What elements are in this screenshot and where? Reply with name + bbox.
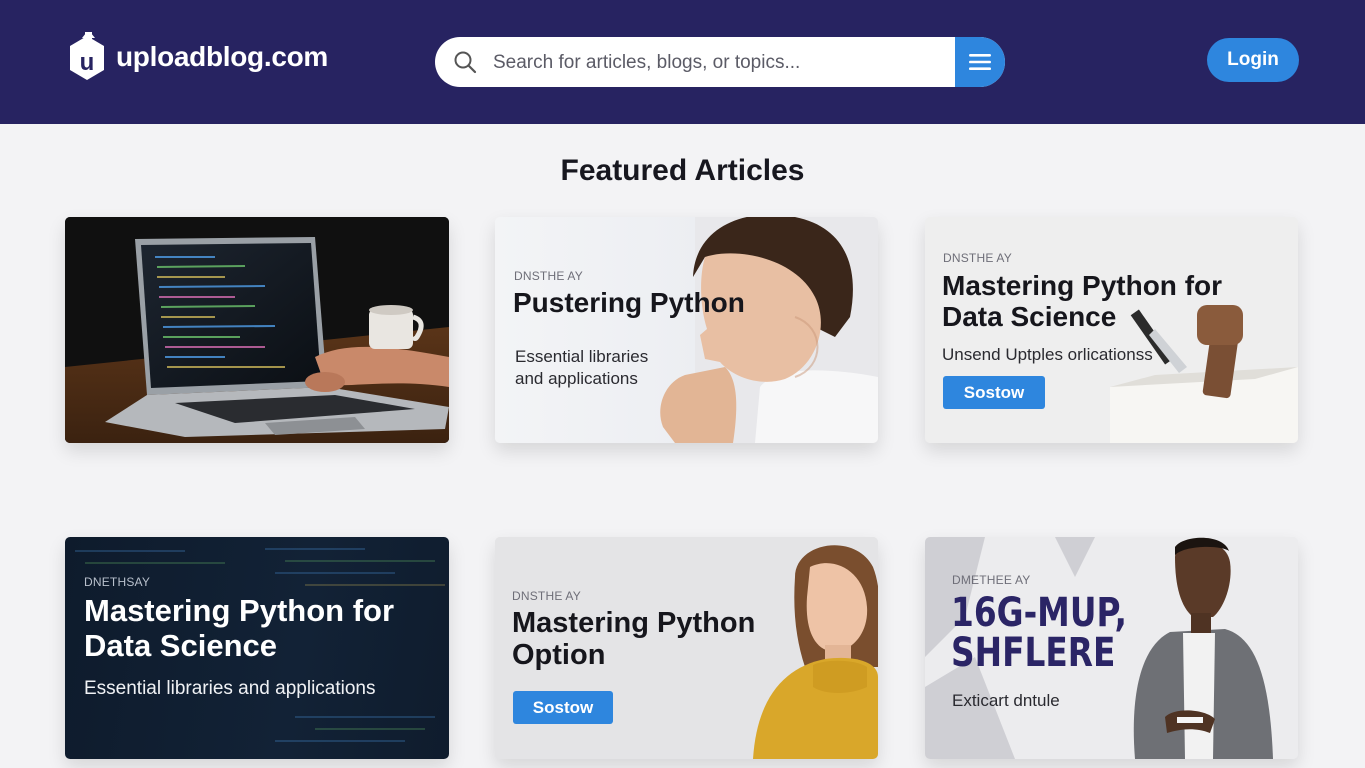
site-header: u uploadblog.com Login <box>0 0 1365 124</box>
card-title[interactable]: Mastering Python for Data Science <box>942 270 1222 333</box>
card-title-line: 16G-MUP, <box>951 590 1127 636</box>
upload-logo-icon: u <box>70 32 104 80</box>
hamburger-menu-icon <box>969 54 991 70</box>
card-title-line: Mastering Python <box>512 607 756 639</box>
card-kicker: DMETHEE AY <box>952 573 1031 587</box>
login-button[interactable]: Login <box>1207 38 1299 82</box>
card-title[interactable]: Mastering Python for Data Science <box>84 593 395 663</box>
card-subtitle-line: and applications <box>515 369 638 389</box>
card-title-line: Option <box>512 639 606 672</box>
card-kicker: DNETHSAY <box>84 575 151 589</box>
card-title-line: SHFLERE <box>951 630 1116 676</box>
svg-text:u: u <box>80 49 95 76</box>
card-cta-button[interactable]: Sostow <box>943 376 1045 409</box>
card-title[interactable]: 16G-MUP, SHFLERE <box>951 593 1127 673</box>
thinking-man-photo <box>660 217 878 443</box>
card-subtitle: Essential libraries and applications <box>515 346 648 390</box>
article-card-2[interactable]: DNSTHE AY Pustering Python Essential lib… <box>495 217 878 443</box>
search-icon <box>454 51 477 74</box>
article-card-5[interactable]: DNSTHE AY Mastering Python Option Sostow <box>495 537 878 759</box>
card-subtitle: Exticart dntule <box>952 691 1060 710</box>
card-title-line: Mastering Python for <box>942 270 1223 301</box>
article-card-1[interactable] <box>65 217 449 443</box>
search-input[interactable] <box>491 37 955 87</box>
card-kicker: DNSTHE AY <box>512 589 581 603</box>
card-title-line: Data Science <box>942 301 1117 333</box>
card-subtitle: Unsend Uptples orlicationss <box>942 345 1153 364</box>
article-card-4[interactable]: DNETHSAY Mastering Python for Data Scien… <box>65 537 449 759</box>
brand-name: uploadblog.com <box>116 41 329 72</box>
laptop-coding-photo <box>65 217 449 443</box>
card-subtitle-line: Essential libraries <box>515 347 649 366</box>
card-title-line: Mastering Python for <box>84 593 395 628</box>
article-card-6[interactable]: DMETHEE AY 16G-MUP, SHFLERE Exticart dnt… <box>925 537 1298 759</box>
article-card-3[interactable]: DNSTHE AY Mastering Python for Data Scie… <box>925 217 1298 443</box>
card-kicker: DNSTHE AY <box>943 251 1012 265</box>
section-title: Featured Articles <box>560 154 805 187</box>
card-subtitle: Essential libraries and applications <box>84 678 376 699</box>
card-kicker: DNSTHE AY <box>514 269 583 283</box>
search-bar <box>435 37 1005 87</box>
menu-button[interactable] <box>955 37 1005 87</box>
site-logo[interactable]: u uploadblog.com <box>68 32 328 82</box>
card-title-line: Data Science <box>84 627 277 663</box>
card-cta-button[interactable]: Sostow <box>513 691 613 724</box>
card-title[interactable]: Mastering Python Option <box>512 607 755 672</box>
card-title[interactable]: Pustering Python <box>513 287 745 318</box>
